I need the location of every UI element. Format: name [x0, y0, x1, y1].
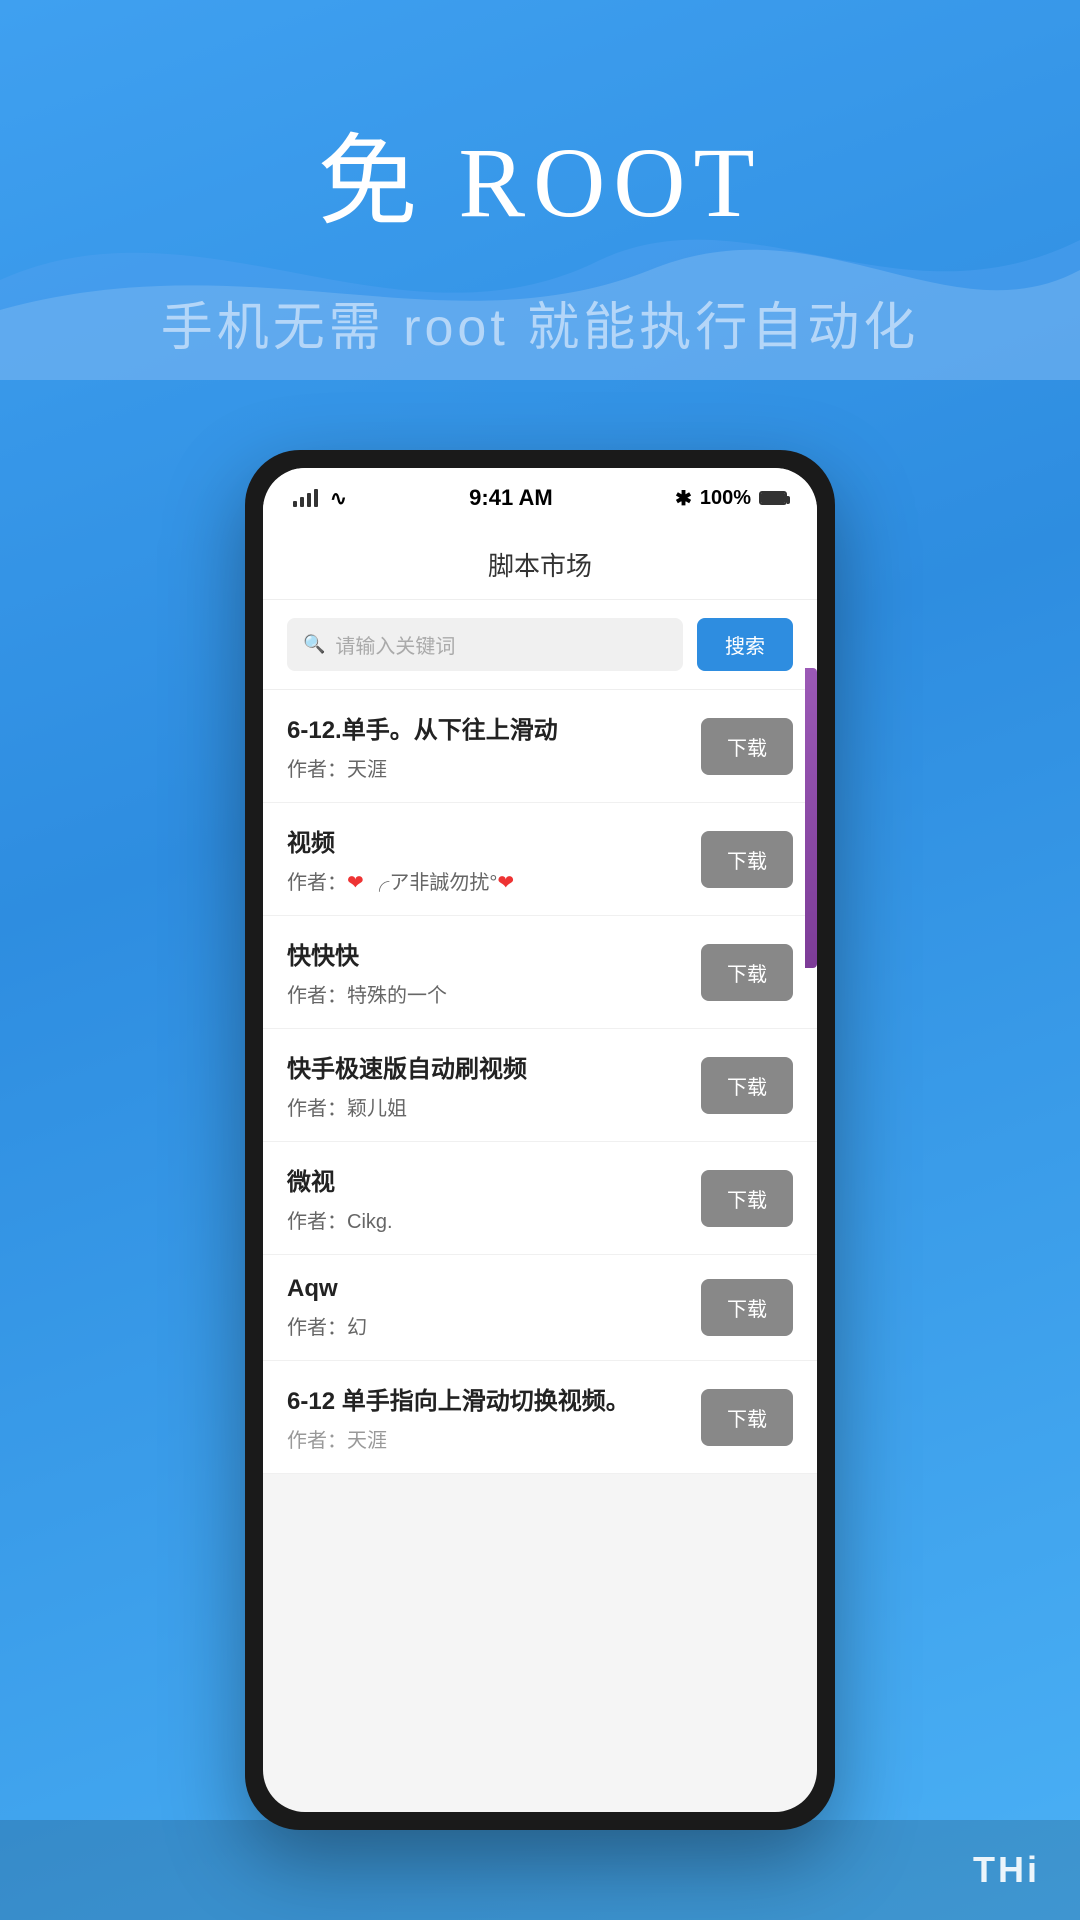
script-author: 作者：Cikg.	[287, 1205, 701, 1234]
script-info: 快快快 作者：特殊的一个	[287, 936, 701, 1008]
script-author: 作者：天涯	[287, 1424, 701, 1453]
download-button[interactable]: 下载	[701, 944, 793, 1001]
signal-bars-icon	[293, 489, 318, 507]
download-button[interactable]: 下载	[701, 1389, 793, 1446]
phone-screen: ∿ 9:41 AM ✱ 100% 脚本市场 🔍	[263, 468, 817, 1812]
phone-frame: ∿ 9:41 AM ✱ 100% 脚本市场 🔍	[245, 450, 835, 1830]
script-info: Aqw 作者：幻	[287, 1275, 701, 1340]
script-info: 视频 作者：❤ ╭ア非誠勿扰°❤	[287, 823, 701, 895]
battery-percent: 100%	[700, 487, 751, 510]
search-button[interactable]: 搜索	[697, 618, 793, 671]
heart-icon: ❤	[347, 872, 364, 894]
script-name: Aqw	[287, 1275, 701, 1303]
list-item: 微视 作者：Cikg. 下载	[263, 1142, 817, 1255]
script-author: 作者：幻	[287, 1311, 701, 1340]
bluetooth-icon: ✱	[675, 486, 692, 511]
search-placeholder: 请输入关键词	[335, 630, 455, 659]
search-section: 🔍 请输入关键词 搜索	[263, 600, 817, 690]
download-button[interactable]: 下载	[701, 831, 793, 888]
script-list: 6-12.单手。从下往上滑动 作者：天涯 下载 视频 作者：❤ ╭ア非誠勿扰°❤…	[263, 690, 817, 1474]
download-button[interactable]: 下载	[701, 1279, 793, 1336]
script-name: 视频	[287, 823, 701, 858]
script-name: 6-12.单手。从下往上滑动	[287, 710, 701, 745]
heart-icon-2: ❤	[497, 872, 514, 894]
app-header: 脚本市场	[263, 528, 817, 600]
status-left: ∿	[293, 486, 347, 511]
script-name: 6-12 单手指向上滑动切换视频。	[287, 1381, 701, 1416]
script-info: 6-12.单手。从下往上滑动 作者：天涯	[287, 710, 701, 782]
list-item: 快手极速版自动刷视频 作者：颖儿姐 下载	[263, 1029, 817, 1142]
script-author: 作者：特殊的一个	[287, 979, 701, 1008]
phone-mockup: ∿ 9:41 AM ✱ 100% 脚本市场 🔍	[245, 450, 835, 1830]
list-item: 6-12 单手指向上滑动切换视频。 作者：天涯 下载	[263, 1361, 817, 1474]
script-author: 作者：天涯	[287, 753, 701, 782]
list-item: 视频 作者：❤ ╭ア非誠勿扰°❤ 下载	[263, 803, 817, 916]
search-input-wrapper[interactable]: 🔍 请输入关键词	[287, 618, 683, 671]
script-name: 快快快	[287, 936, 701, 971]
search-icon: 🔍	[303, 634, 325, 655]
battery-icon	[759, 491, 787, 505]
bottom-watermark-area: THi	[0, 1820, 1080, 1920]
watermark-text: THi	[973, 1849, 1040, 1891]
list-item: 快快快 作者：特殊的一个 下载	[263, 916, 817, 1029]
list-item: Aqw 作者：幻 下载	[263, 1255, 817, 1361]
script-author: 作者：颖儿姐	[287, 1092, 701, 1121]
status-time: 9:41 AM	[469, 485, 553, 511]
script-name: 微视	[287, 1162, 701, 1197]
download-button[interactable]: 下载	[701, 718, 793, 775]
app-title: 脚本市场	[488, 551, 592, 581]
script-info: 6-12 单手指向上滑动切换视频。 作者：天涯	[287, 1381, 701, 1453]
download-button[interactable]: 下载	[701, 1170, 793, 1227]
script-author: 作者：❤ ╭ア非誠勿扰°❤	[287, 866, 701, 895]
wifi-icon: ∿	[330, 486, 347, 511]
status-bar: ∿ 9:41 AM ✱ 100%	[263, 468, 817, 528]
status-right: ✱ 100%	[675, 486, 787, 511]
script-name: 快手极速版自动刷视频	[287, 1049, 701, 1084]
script-info: 微视 作者：Cikg.	[287, 1162, 701, 1234]
download-button[interactable]: 下载	[701, 1057, 793, 1114]
scroll-indicator	[805, 668, 817, 968]
list-item: 6-12.单手。从下往上滑动 作者：天涯 下载	[263, 690, 817, 803]
script-info: 快手极速版自动刷视频 作者：颖儿姐	[287, 1049, 701, 1121]
